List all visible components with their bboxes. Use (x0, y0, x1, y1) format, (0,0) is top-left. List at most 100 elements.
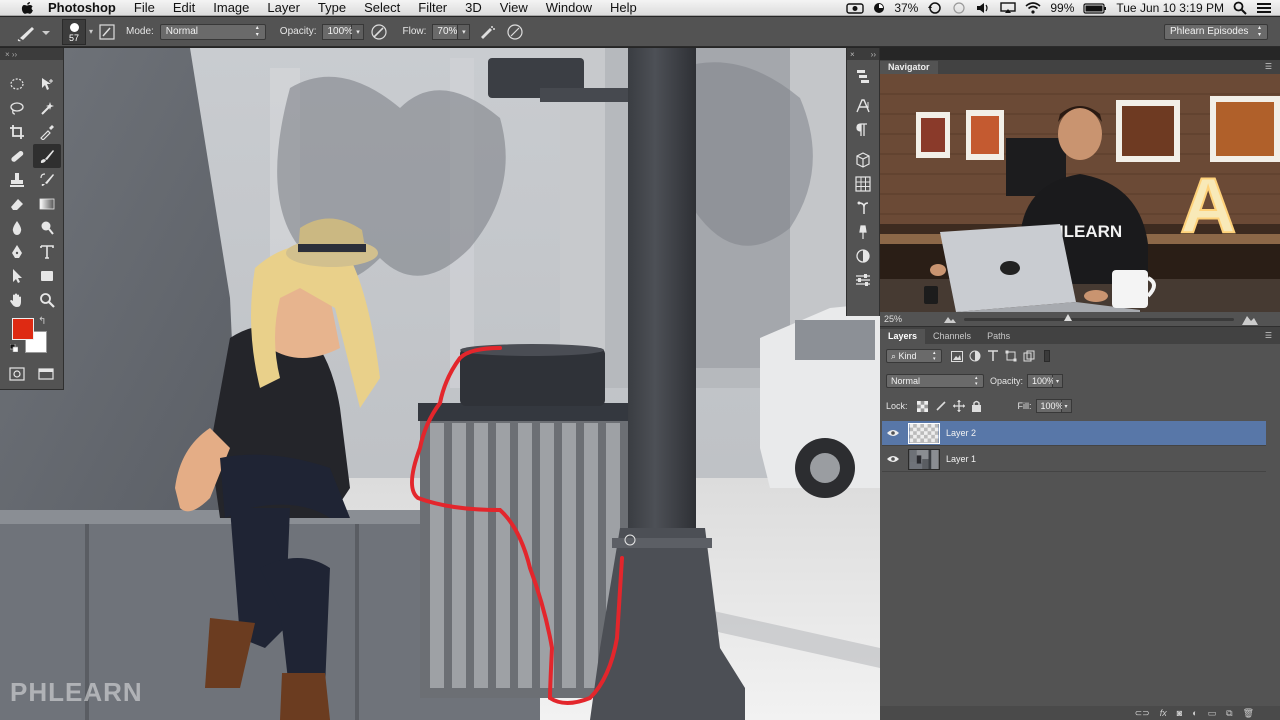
zoom-in-icon[interactable] (1242, 313, 1258, 325)
brush-presets-panel-button[interactable] (847, 220, 879, 244)
filter-shape-button[interactable] (1002, 349, 1020, 363)
airplay-icon[interactable] (1000, 2, 1017, 14)
airbrush-toggle[interactable] (476, 21, 498, 43)
tab-layers[interactable]: Layers (880, 329, 926, 344)
menu-clock[interactable]: Tue Jun 10 3:19 PM (1116, 1, 1224, 15)
dodge-tool[interactable] (33, 216, 61, 240)
battery-icon[interactable] (1083, 2, 1107, 14)
layer-2-visibility-toggle[interactable] (882, 429, 904, 437)
new-adjustment-layer-icon[interactable]: ◐ (1192, 708, 1197, 718)
filter-type-button[interactable] (984, 349, 1002, 363)
layer-row-layer-1[interactable]: Layer 1 (882, 447, 1266, 472)
menu-edit[interactable]: Edit (164, 0, 204, 16)
tab-channels[interactable]: Channels (925, 329, 979, 344)
hand-tool[interactable] (3, 288, 31, 312)
navigator-panel-menu[interactable]: ☰ (1265, 62, 1272, 71)
brush-tool[interactable] (33, 144, 61, 168)
layer-1-visibility-toggle[interactable] (882, 455, 904, 463)
menu-app-photoshop[interactable]: Photoshop (48, 0, 125, 16)
opacity-slider-dropdown[interactable]: ▾ (352, 23, 365, 40)
crop-tool[interactable] (3, 120, 31, 144)
layer-filter-toggle[interactable] (1044, 350, 1050, 362)
zoom-out-icon[interactable] (944, 315, 956, 323)
menu-layer[interactable]: Layer (258, 0, 309, 16)
filter-adjustment-button[interactable] (966, 349, 984, 363)
menu-3d[interactable]: 3D (456, 0, 491, 16)
delete-layer-icon[interactable]: 🗑 (1243, 708, 1254, 719)
menu-file[interactable]: File (125, 0, 164, 16)
layer-2-name[interactable]: Layer 2 (946, 428, 976, 438)
move-tool[interactable] (33, 72, 61, 96)
facetime-camera-icon[interactable] (846, 2, 865, 14)
filter-pixel-button[interactable] (948, 349, 966, 363)
lock-transparent-button[interactable] (914, 399, 932, 413)
layers-panel-menu[interactable]: ☰ (1265, 331, 1272, 340)
pressure-size-toggle[interactable] (504, 21, 526, 43)
navigator-zoom-slider[interactable] (964, 314, 1234, 321)
flow-slider-dropdown[interactable]: ▾ (458, 23, 471, 40)
history-brush-tool[interactable] (33, 168, 61, 192)
screen-mode-button[interactable] (32, 362, 60, 386)
menu-select[interactable]: Select (355, 0, 409, 16)
healing-brush-tool[interactable] (3, 144, 31, 168)
layer-1-name[interactable]: Layer 1 (946, 454, 976, 464)
lock-position-button[interactable] (950, 399, 968, 413)
new-group-icon[interactable]: ▭ (1208, 708, 1217, 719)
notification-center-icon[interactable] (1256, 2, 1272, 14)
swatches-panel-button[interactable] (847, 172, 879, 196)
libraries-panel-button[interactable] (847, 148, 879, 172)
volume-icon[interactable] (975, 2, 991, 14)
layer-row-layer-2[interactable]: Layer 2 (882, 421, 1266, 446)
zoom-slider-knob[interactable] (1064, 314, 1072, 321)
paragraph-panel-button[interactable] (847, 118, 879, 142)
actions-panel-button[interactable] (847, 196, 879, 220)
type-tool[interactable] (33, 240, 61, 264)
foreground-color-swatch[interactable] (12, 318, 34, 340)
layer-fill-dropdown[interactable]: ▾ (1061, 399, 1072, 413)
apple-icon[interactable] (18, 1, 36, 15)
layer-filter-kind-select[interactable]: ⌕ Kind (886, 349, 942, 363)
blend-mode-select[interactable]: Normal (886, 374, 984, 388)
navigator-zoom-value[interactable]: 25% (884, 314, 912, 324)
menu-help[interactable]: Help (601, 0, 646, 16)
menu-window[interactable]: Window (537, 0, 601, 16)
document-canvas[interactable]: PHLEARN (0, 48, 880, 720)
dock-header[interactable]: × ›› (847, 48, 879, 60)
opacity-input[interactable]: 100% (322, 23, 353, 40)
magic-wand-tool[interactable] (33, 96, 61, 120)
clone-stamp-tool[interactable] (3, 168, 31, 192)
tools-panel-header[interactable]: × ›› (0, 48, 63, 60)
tab-navigator[interactable]: Navigator (880, 61, 938, 74)
menu-image[interactable]: Image (204, 0, 258, 16)
layer-opacity-dropdown[interactable]: ▾ (1053, 374, 1064, 388)
properties-panel-button[interactable] (847, 268, 879, 292)
menu-view[interactable]: View (491, 0, 537, 16)
time-machine-icon[interactable] (927, 2, 943, 14)
pen-tool[interactable] (3, 240, 31, 264)
quick-mask-button[interactable] (3, 362, 31, 386)
lasso-tool[interactable] (3, 96, 31, 120)
navigator-preview[interactable]: A PHLEARN (880, 74, 1280, 312)
zoom-tool[interactable] (33, 288, 61, 312)
mode-select[interactable]: Normal (159, 23, 266, 40)
tool-preset-picker[interactable] (12, 20, 56, 44)
character-panel-button[interactable] (847, 94, 879, 118)
filter-smart-object-button[interactable] (1020, 349, 1038, 363)
add-mask-icon[interactable]: ◙ (1177, 708, 1182, 718)
blur-tool[interactable] (3, 216, 31, 240)
brush-size-picker[interactable]: 57 (62, 18, 86, 45)
eyedropper-tool[interactable] (33, 120, 61, 144)
menu-type[interactable]: Type (309, 0, 355, 16)
brush-panel-toggle[interactable] (96, 21, 118, 43)
menu-filter[interactable]: Filter (409, 0, 456, 16)
layer-fill-input[interactable]: 100% (1035, 399, 1064, 413)
new-layer-icon[interactable]: ⧉ (1226, 708, 1232, 719)
wifi-icon[interactable] (1025, 2, 1041, 14)
default-colors-icon[interactable] (10, 344, 18, 352)
layer-effects-icon[interactable]: fx (1160, 708, 1167, 718)
lock-all-button[interactable] (968, 399, 986, 413)
eraser-tool[interactable] (3, 192, 31, 216)
swap-colors-icon[interactable]: ↰ (38, 316, 46, 327)
flow-input[interactable]: 70% (432, 23, 459, 40)
history-panel-button[interactable] (847, 64, 879, 88)
